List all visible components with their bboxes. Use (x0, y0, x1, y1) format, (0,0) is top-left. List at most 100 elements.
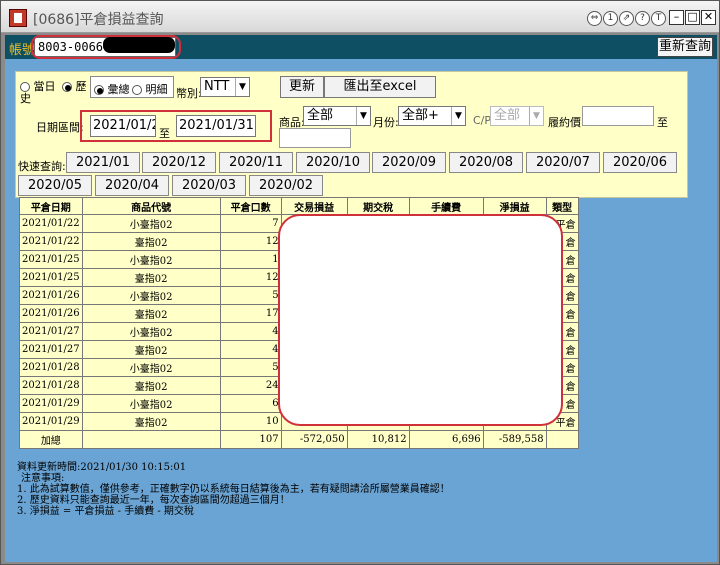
cell-date: 2021/01/26 (19, 304, 83, 323)
view-total-option[interactable]: 彙總 (94, 81, 130, 97)
cell-qty: 10 (219, 412, 282, 431)
notes-heading: 注意事項: (21, 473, 65, 484)
product-code-field[interactable] (279, 128, 351, 148)
note-line-3: 3. 淨損益 = 平倉損益 - 手續費 - 期交稅 (17, 506, 194, 517)
date-range-label: 日期區間: (36, 121, 84, 134)
cell-date: 2021/01/22 (19, 232, 83, 251)
cp-label: C/P (473, 114, 492, 127)
col-header-date[interactable]: 平倉日期 (19, 197, 83, 215)
cell-product: 小臺指02 (81, 322, 221, 341)
title-bar: [0686]平倉損益查詢 ⇔ 1 ⇗ ? T – □ ✕ (1, 1, 719, 33)
cell-qty: 12 (219, 232, 282, 251)
redaction-overlay (278, 214, 563, 426)
quick-2020-08-button[interactable]: 2020/08 (449, 152, 523, 173)
product-select[interactable]: 全部 ▼ (303, 106, 371, 126)
chevron-down-icon: ▼ (356, 107, 370, 125)
popout-icon[interactable]: ⇗ (619, 11, 634, 26)
quick-2020-09-button[interactable]: 2020/09 (372, 152, 446, 173)
quick-2020-12-button[interactable]: 2020/12 (142, 152, 216, 173)
close-icon[interactable]: ✕ (701, 10, 716, 25)
cell-date: 2021/01/28 (19, 358, 83, 377)
cell-qty: 5 (219, 286, 282, 305)
cell-qty: 5 (219, 358, 282, 377)
total-pnl: -572,050 (280, 430, 348, 449)
view-detail-option[interactable]: 明細 (132, 81, 168, 97)
minimize-icon[interactable]: – (669, 10, 684, 25)
cell-date: 2021/01/25 (19, 250, 83, 269)
quick-2020-10-button[interactable]: 2020/10 (296, 152, 370, 173)
quick-2020-04-button[interactable]: 2020/04 (95, 175, 169, 196)
maximize-icon[interactable]: □ (685, 10, 700, 25)
cell-qty: 1 (219, 250, 282, 269)
strike-label: 履約價 (548, 116, 581, 129)
cell-qty: 24 (219, 376, 282, 395)
cell-product: 臺指02 (81, 412, 221, 431)
cell-product: 小臺指02 (81, 394, 221, 413)
note-line-1: 1. 此為試算數值，僅供參考，正確數字仍以系統每日結算後為主，若有疑問請洽所屬營… (17, 484, 450, 495)
topmost-icon[interactable]: T (651, 11, 666, 26)
one-icon[interactable]: 1 (603, 11, 618, 26)
quick-2021-01-button[interactable]: 2021/01 (66, 152, 140, 173)
cell-product: 臺指02 (81, 340, 221, 359)
quick-2020-11-button[interactable]: 2020/11 (219, 152, 293, 173)
quick-2020-03-button[interactable]: 2020/03 (172, 175, 246, 196)
cell-product: 臺指02 (81, 304, 221, 323)
cell-qty: 4 (219, 322, 282, 341)
cell-qty: 17 (219, 304, 282, 323)
cell-qty: 12 (219, 268, 282, 287)
cell-product: 小臺指02 (81, 250, 221, 269)
mode-history-label-top: 歷 (75, 80, 87, 93)
cell-date: 2021/01/29 (19, 412, 83, 431)
note-line-2: 2. 歷史資料只能查詢最近一年，每次查詢區間勿超過三個月！ (17, 495, 290, 506)
total-tax: 10,812 (346, 430, 410, 449)
export-excel-button[interactable]: 匯出至excel (324, 76, 436, 98)
quick-2020-02-button[interactable]: 2020/02 (249, 175, 323, 196)
col-header-type[interactable]: 類型 (545, 197, 579, 215)
col-header-qty[interactable]: 平倉口數 (219, 197, 282, 215)
link-icon[interactable]: ⇔ (587, 11, 602, 26)
cell-product: 小臺指02 (81, 286, 221, 305)
chevron-down-icon: ▼ (235, 78, 249, 96)
quick-query-label: 快速查詢: (18, 160, 66, 173)
month-label: 月份: (373, 116, 399, 129)
currency-select[interactable]: NTT ▼ (200, 77, 250, 97)
requery-button[interactable]: 重新查詢 (657, 37, 713, 57)
cell-date: 2021/01/27 (19, 340, 83, 359)
cell-date: 2021/01/29 (19, 394, 83, 413)
quick-2020-05-button[interactable]: 2020/05 (18, 175, 92, 196)
app-window: [0686]平倉損益查詢 ⇔ 1 ⇗ ? T – □ ✕ 帳號 8003-006… (0, 0, 720, 565)
col-header-net[interactable]: 淨損益 (482, 197, 547, 215)
chevron-down-icon: ▼ (529, 107, 543, 125)
quick-2020-06-button[interactable]: 2020/06 (603, 152, 677, 173)
total-label: 加總 (19, 430, 83, 449)
account-highlight (31, 35, 181, 59)
col-header-product[interactable]: 商品代號 (81, 197, 221, 215)
mode-history-radio[interactable] (62, 82, 72, 92)
cp-select[interactable]: 全部 ▼ (490, 106, 544, 126)
mode-history-option[interactable]: 歷 (62, 78, 87, 94)
cell-date: 2021/01/28 (19, 376, 83, 395)
cell-product: 小臺指02 (81, 358, 221, 377)
col-header-fee[interactable]: 手續費 (408, 197, 484, 215)
chevron-down-icon: ▼ (451, 107, 465, 125)
app-logo-icon (9, 9, 27, 27)
cell-date: 2021/01/25 (19, 268, 83, 287)
strike-from-field[interactable] (582, 106, 654, 126)
total-net: -589,558 (482, 430, 547, 449)
month-select[interactable]: 全部+ ▼ (398, 106, 466, 126)
cell-product: 臺指02 (81, 232, 221, 251)
total-fee: 6,696 (408, 430, 484, 449)
quick-2020-07-button[interactable]: 2020/07 (526, 152, 600, 173)
date-range-highlight (80, 110, 272, 142)
total-product (81, 430, 221, 449)
view-mode-group: 彙總 明細 (90, 76, 174, 98)
cell-qty: 6 (219, 394, 282, 413)
main-area: 當日 歷 史 彙總 明細 幣別: NTT ▼ 更新 匯出至excel 日期區間: … (5, 59, 717, 562)
col-header-pnl[interactable]: 交易損益 (280, 197, 348, 215)
cell-qty: 4 (219, 340, 282, 359)
cell-qty: 7 (219, 214, 282, 233)
update-button[interactable]: 更新 (280, 76, 324, 98)
col-header-tax[interactable]: 期交稅 (346, 197, 410, 215)
help-icon[interactable]: ? (635, 11, 650, 26)
cell-product: 小臺指02 (81, 214, 221, 233)
